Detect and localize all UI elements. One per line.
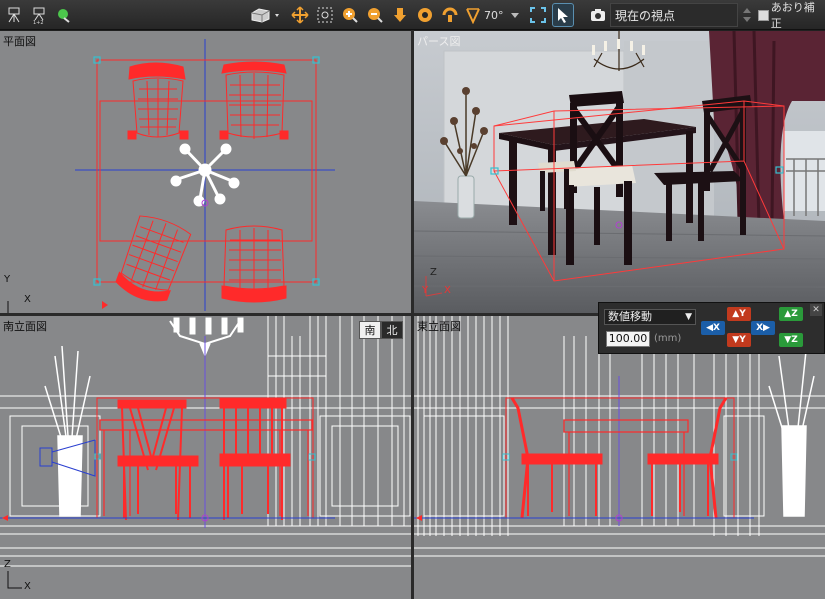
perspective-axis-x-label: X bbox=[444, 285, 451, 296]
move-distance-input[interactable]: 100.00 bbox=[606, 331, 650, 347]
checkbox-box[interactable] bbox=[758, 9, 769, 21]
zoom-out-icon[interactable] bbox=[364, 3, 386, 27]
chevron-down-icon: ▼ bbox=[685, 312, 692, 322]
viewpoint-select[interactable]: 現在の視点 bbox=[610, 3, 738, 27]
zoom-window-icon[interactable] bbox=[314, 3, 336, 27]
move-minus-x-button[interactable]: ◀ X bbox=[701, 321, 725, 335]
plus-y-label: Y bbox=[739, 309, 746, 319]
field-of-view-control[interactable]: 70° bbox=[464, 3, 522, 27]
move-minus-z-button[interactable]: ▼ Z bbox=[779, 333, 803, 347]
pan-icon[interactable] bbox=[289, 3, 311, 27]
move-mode-value: 数値移動 bbox=[608, 310, 652, 323]
minus-z-label: Z bbox=[791, 335, 798, 345]
south-elevation-scene bbox=[0, 316, 411, 589]
toolbar: 1+2 70° 現在の視点 あおり補正 bbox=[0, 0, 825, 30]
east-elevation-viewport[interactable]: 東立面図 bbox=[414, 316, 825, 599]
fit-view-icon[interactable] bbox=[527, 3, 549, 27]
south-elevation-label: 南立面図 bbox=[3, 320, 47, 333]
select-pointer-icon[interactable] bbox=[552, 3, 574, 27]
north-button[interactable]: 北 bbox=[381, 321, 403, 339]
perspective-axis-y-label: Y bbox=[422, 285, 429, 296]
minus-y-label: Y bbox=[739, 335, 746, 345]
svg-text:1+2: 1+2 bbox=[33, 20, 44, 24]
south-button[interactable]: 南 bbox=[359, 321, 381, 339]
camera-tripod-icon[interactable] bbox=[3, 3, 25, 27]
orbit-icon[interactable] bbox=[414, 3, 436, 27]
plan-axis-x-label: X bbox=[24, 294, 31, 305]
perspective-scene bbox=[414, 31, 825, 313]
move-plus-z-button[interactable]: ▲ Z bbox=[779, 307, 803, 321]
walk-forward-icon[interactable] bbox=[389, 3, 411, 27]
plus-x-label: X bbox=[756, 323, 764, 333]
south-elevation-viewport[interactable]: 南立面図 南 北 Z X bbox=[0, 316, 411, 599]
direction-toggle: 南 北 bbox=[359, 321, 403, 339]
plan-axis-y-label: Y bbox=[4, 274, 11, 285]
fov-value: 70° bbox=[484, 8, 504, 22]
perspective-viewport-label: パース図 bbox=[417, 35, 461, 48]
south-axis-z-label: Z bbox=[4, 559, 11, 570]
render-icon[interactable] bbox=[53, 3, 75, 27]
camera-split-icon[interactable]: 1+2 bbox=[28, 3, 50, 27]
plan-viewport[interactable]: 平面図 Y X bbox=[0, 31, 411, 313]
angle-icon bbox=[466, 8, 480, 24]
numeric-move-panel: 数値移動 ▼ 100.00 (mm) ◀ X ▲ Y ▼ Y X ▶ ▲ Z ▼ Z ✕ bbox=[598, 302, 825, 354]
perspective-viewport[interactable]: パース図 Z Y X bbox=[414, 31, 825, 313]
south-axis-x-label: X bbox=[24, 581, 31, 592]
viewpoint-value: 現在の視点 bbox=[615, 8, 676, 23]
move-mode-select[interactable]: 数値移動 ▼ bbox=[604, 309, 696, 325]
move-plus-y-button[interactable]: ▲ Y bbox=[727, 307, 751, 321]
viewpoint-spinner[interactable] bbox=[739, 3, 755, 27]
move-unit-label: (mm) bbox=[654, 333, 682, 344]
zoom-in-icon[interactable] bbox=[339, 3, 361, 27]
perspective-axis-z-label: Z bbox=[430, 267, 437, 278]
aori-correction-checkbox[interactable]: あおり補正 bbox=[758, 1, 824, 30]
close-icon[interactable]: ✕ bbox=[810, 304, 822, 316]
east-elevation-label: 東立面図 bbox=[417, 320, 461, 333]
plan-scene bbox=[7, 39, 335, 313]
view-cube-dropdown[interactable] bbox=[248, 3, 284, 27]
move-plus-x-button[interactable]: X ▶ bbox=[751, 321, 775, 335]
app-window: 1+2 70° 現在の視点 あおり補正 平面図 Y X パース図 Z Y X 南… bbox=[0, 0, 825, 599]
chevron-down-icon bbox=[510, 13, 519, 18]
plan-viewport-label: 平面図 bbox=[3, 35, 36, 48]
camera-icon[interactable] bbox=[587, 3, 609, 27]
minus-x-label: X bbox=[712, 323, 720, 333]
aori-label: あおり補正 bbox=[770, 1, 815, 30]
tilt-icon[interactable] bbox=[439, 3, 461, 27]
east-elevation-scene bbox=[414, 316, 825, 557]
move-minus-y-button[interactable]: ▼ Y bbox=[727, 333, 751, 347]
plus-z-label: Z bbox=[791, 309, 798, 319]
